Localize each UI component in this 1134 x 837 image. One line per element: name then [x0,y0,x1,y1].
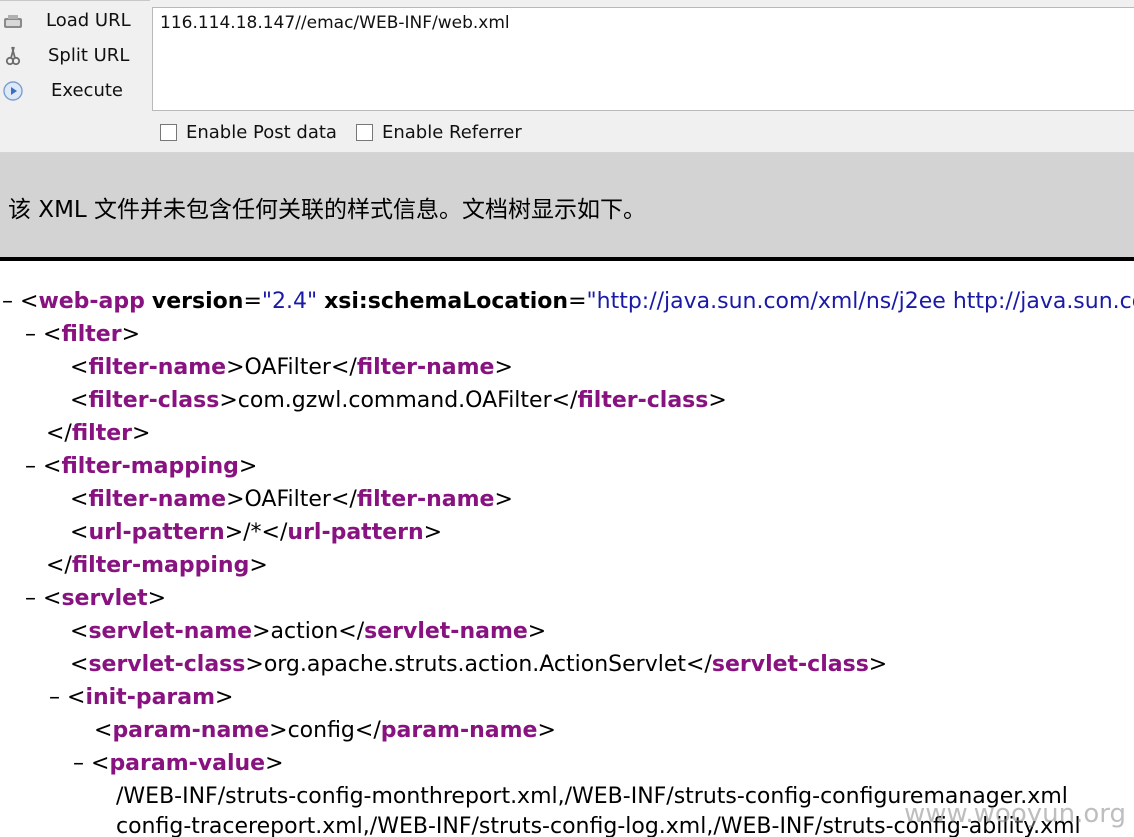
url-textarea[interactable]: 116.114.18.147//emac/WEB-INF/web.xml [152,7,1134,111]
xml-tag: servlet-class [711,652,869,677]
xml-attr-value: "2.4" [261,289,318,314]
xml-tag: filter [71,421,132,446]
xml-line-servlet-class: <servlet-class>org.apache.struts.action.… [70,652,888,677]
xml-tag: servlet-class [88,652,246,677]
xml-line-filter-class: <filter-class>com.gzwl.command.OAFilter<… [70,388,727,413]
xml-line-filter-mapping-open: – <filter-mapping> [25,454,258,479]
load-url-button[interactable]: Load URL [0,5,150,35]
split-url-button[interactable]: Split URL [0,40,150,70]
xml-tag: filter [61,322,122,347]
xml-line-filter-name: <filter-name>OAFilter</filter-name> [70,355,513,380]
xml-text: com.gzwl.command.OAFilter [237,388,552,413]
xml-tag: web-app [38,289,145,314]
xml-line-init-param-open: – <init-param> [49,685,234,710]
collapse-toggle[interactable]: – [2,289,20,314]
xml-line-mapping-filter-name: <filter-name>OAFilter</filter-name> [70,487,513,512]
xml-tag: servlet [61,586,148,611]
xml-attr-name: xsi:schemaLocation [324,289,569,314]
xml-attr-value: "http://java.sun.com/xml/ns/j2ee http://… [586,289,1134,314]
xml-tag: filter-name [356,355,495,380]
xml-line-param-value-open: – <param-value> [73,751,284,776]
xml-tag: param-value [109,751,266,776]
scissors-icon [5,46,21,66]
url-value: 116.114.18.147//emac/WEB-INF/web.xml [160,13,510,33]
xml-tag: filter-mapping [61,454,239,479]
toolbar-divider [0,0,150,1]
xml-text: config [287,718,355,743]
enable-referrer-option[interactable]: Enable Referrer [356,121,522,143]
xml-line-filter-close: </filter> [46,421,151,446]
xml-style-info-banner: 该 XML 文件并未包含任何关联的样式信息。文档树显示如下。 [0,153,1134,261]
enable-post-label: Enable Post data [186,121,337,143]
xml-tag: filter-name [356,487,495,512]
split-url-label: Split URL [48,44,130,66]
xml-tag: url-pattern [287,520,424,545]
xml-tag: servlet-name [364,619,528,644]
collapse-toggle[interactable]: – [73,751,91,776]
xml-text: /* [243,520,262,545]
xml-tag: param-name [112,718,270,743]
execute-label: Execute [51,79,123,101]
xml-line-servlet-open: – <servlet> [25,586,167,611]
enable-referrer-label: Enable Referrer [382,121,522,143]
xml-text: OAFilter [244,487,331,512]
xml-document-tree: – <web-app version="2.4" xsi:schemaLocat… [0,284,1134,837]
banner-message: 该 XML 文件并未包含任何关联的样式信息。文档树显示如下。 [8,197,647,223]
xml-tag: filter-mapping [71,553,250,578]
xml-line-webapp-open: – <web-app version="2.4" xsi:schemaLocat… [2,287,1134,317]
xml-attr-name: version [151,289,244,314]
hackbar-toolbar: Load URL Split URL Execute 116.114.18.14… [0,0,1134,153]
collapse-toggle[interactable]: – [25,454,43,479]
xml-line-filter-open: – <filter> [25,322,141,347]
xml-tag: servlet-name [88,619,253,644]
enable-referrer-checkbox[interactable] [356,123,373,141]
xml-line-url-pattern: <url-pattern>/*</url-pattern> [70,520,443,545]
xml-line-param-name: <param-name>config</param-name> [94,718,556,743]
enable-post-option[interactable]: Enable Post data [160,121,337,143]
load-url-label: Load URL [46,9,131,31]
xml-line-servlet-name: <servlet-name>action</servlet-name> [70,619,547,644]
xml-tag: filter-class [577,388,709,413]
xml-text: action [270,619,339,644]
load-url-icon [4,15,22,28]
watermark: www.wooyun.org [903,799,1126,829]
xml-tag: filter-class [88,388,220,413]
enable-post-checkbox[interactable] [160,123,177,141]
xml-text: OAFilter [244,355,331,380]
xml-tag: filter-name [88,487,227,512]
collapse-toggle[interactable]: – [49,685,67,710]
xml-line-filter-mapping-close: </filter-mapping> [46,553,268,578]
xml-tag: param-name [380,718,538,743]
execute-button[interactable]: Execute [0,75,150,105]
collapse-toggle[interactable]: – [25,586,43,611]
xml-tag: filter-name [88,355,227,380]
collapse-toggle[interactable]: – [25,322,43,347]
xml-tag: init-param [85,685,216,710]
play-icon [3,81,23,101]
xml-tag: url-pattern [88,520,225,545]
xml-text: org.apache.struts.action.ActionServlet [263,652,686,677]
